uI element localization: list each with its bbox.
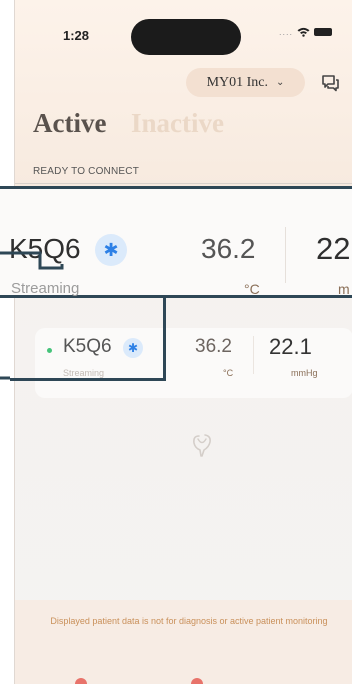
zoom-device-name: K5Q6 — [9, 233, 81, 264]
section-label: READY TO CONNECT — [33, 166, 139, 177]
disclaimer-text: Displayed patient data is not for diagno… — [50, 616, 328, 626]
footer-area — [15, 600, 352, 684]
battery-icon — [314, 28, 333, 36]
temperature-value: 36.2 — [195, 336, 232, 357]
zoom-callout: K5Q6 ✱ Streaming 36.2 °C 22 m — [0, 186, 352, 298]
tab-inactive[interactable]: Inactive — [131, 108, 224, 139]
zoom-device-status: Streaming — [11, 280, 80, 297]
zoom-metric-divider — [285, 227, 286, 283]
pressure-value: 22.1 — [269, 334, 312, 359]
status-icons: .... — [279, 27, 333, 37]
chat-button[interactable] — [317, 70, 343, 96]
organization-select[interactable]: MY01 Inc. ⌄ — [186, 68, 305, 97]
zoom-pressure-unit: m — [338, 281, 350, 297]
status-time: 1:28 — [63, 28, 90, 43]
chevron-down-icon: ⌄ — [276, 77, 285, 88]
chat-icon — [322, 75, 339, 92]
zoom-temperature-unit: °C — [244, 281, 260, 297]
bluetooth-icon: ✱ — [95, 234, 127, 266]
wifi-icon — [297, 27, 310, 37]
section-divider — [15, 183, 352, 184]
pressure-unit: mmHg — [291, 368, 318, 378]
logo-icon — [193, 434, 211, 457]
tab-indicator-right — [191, 678, 203, 684]
temperature-unit: °C — [223, 368, 234, 378]
signal-dots: .... — [279, 27, 294, 37]
metric-divider — [253, 336, 254, 374]
tab-indicator-left — [75, 678, 87, 684]
zoom-pressure-value: 22 — [316, 231, 351, 266]
dynamic-island — [131, 19, 241, 55]
highlight-box — [10, 294, 166, 381]
tab-active[interactable]: Active — [33, 108, 106, 139]
organization-name: MY01 Inc. — [206, 74, 269, 90]
zoom-temperature-value: 36.2 — [201, 233, 256, 264]
